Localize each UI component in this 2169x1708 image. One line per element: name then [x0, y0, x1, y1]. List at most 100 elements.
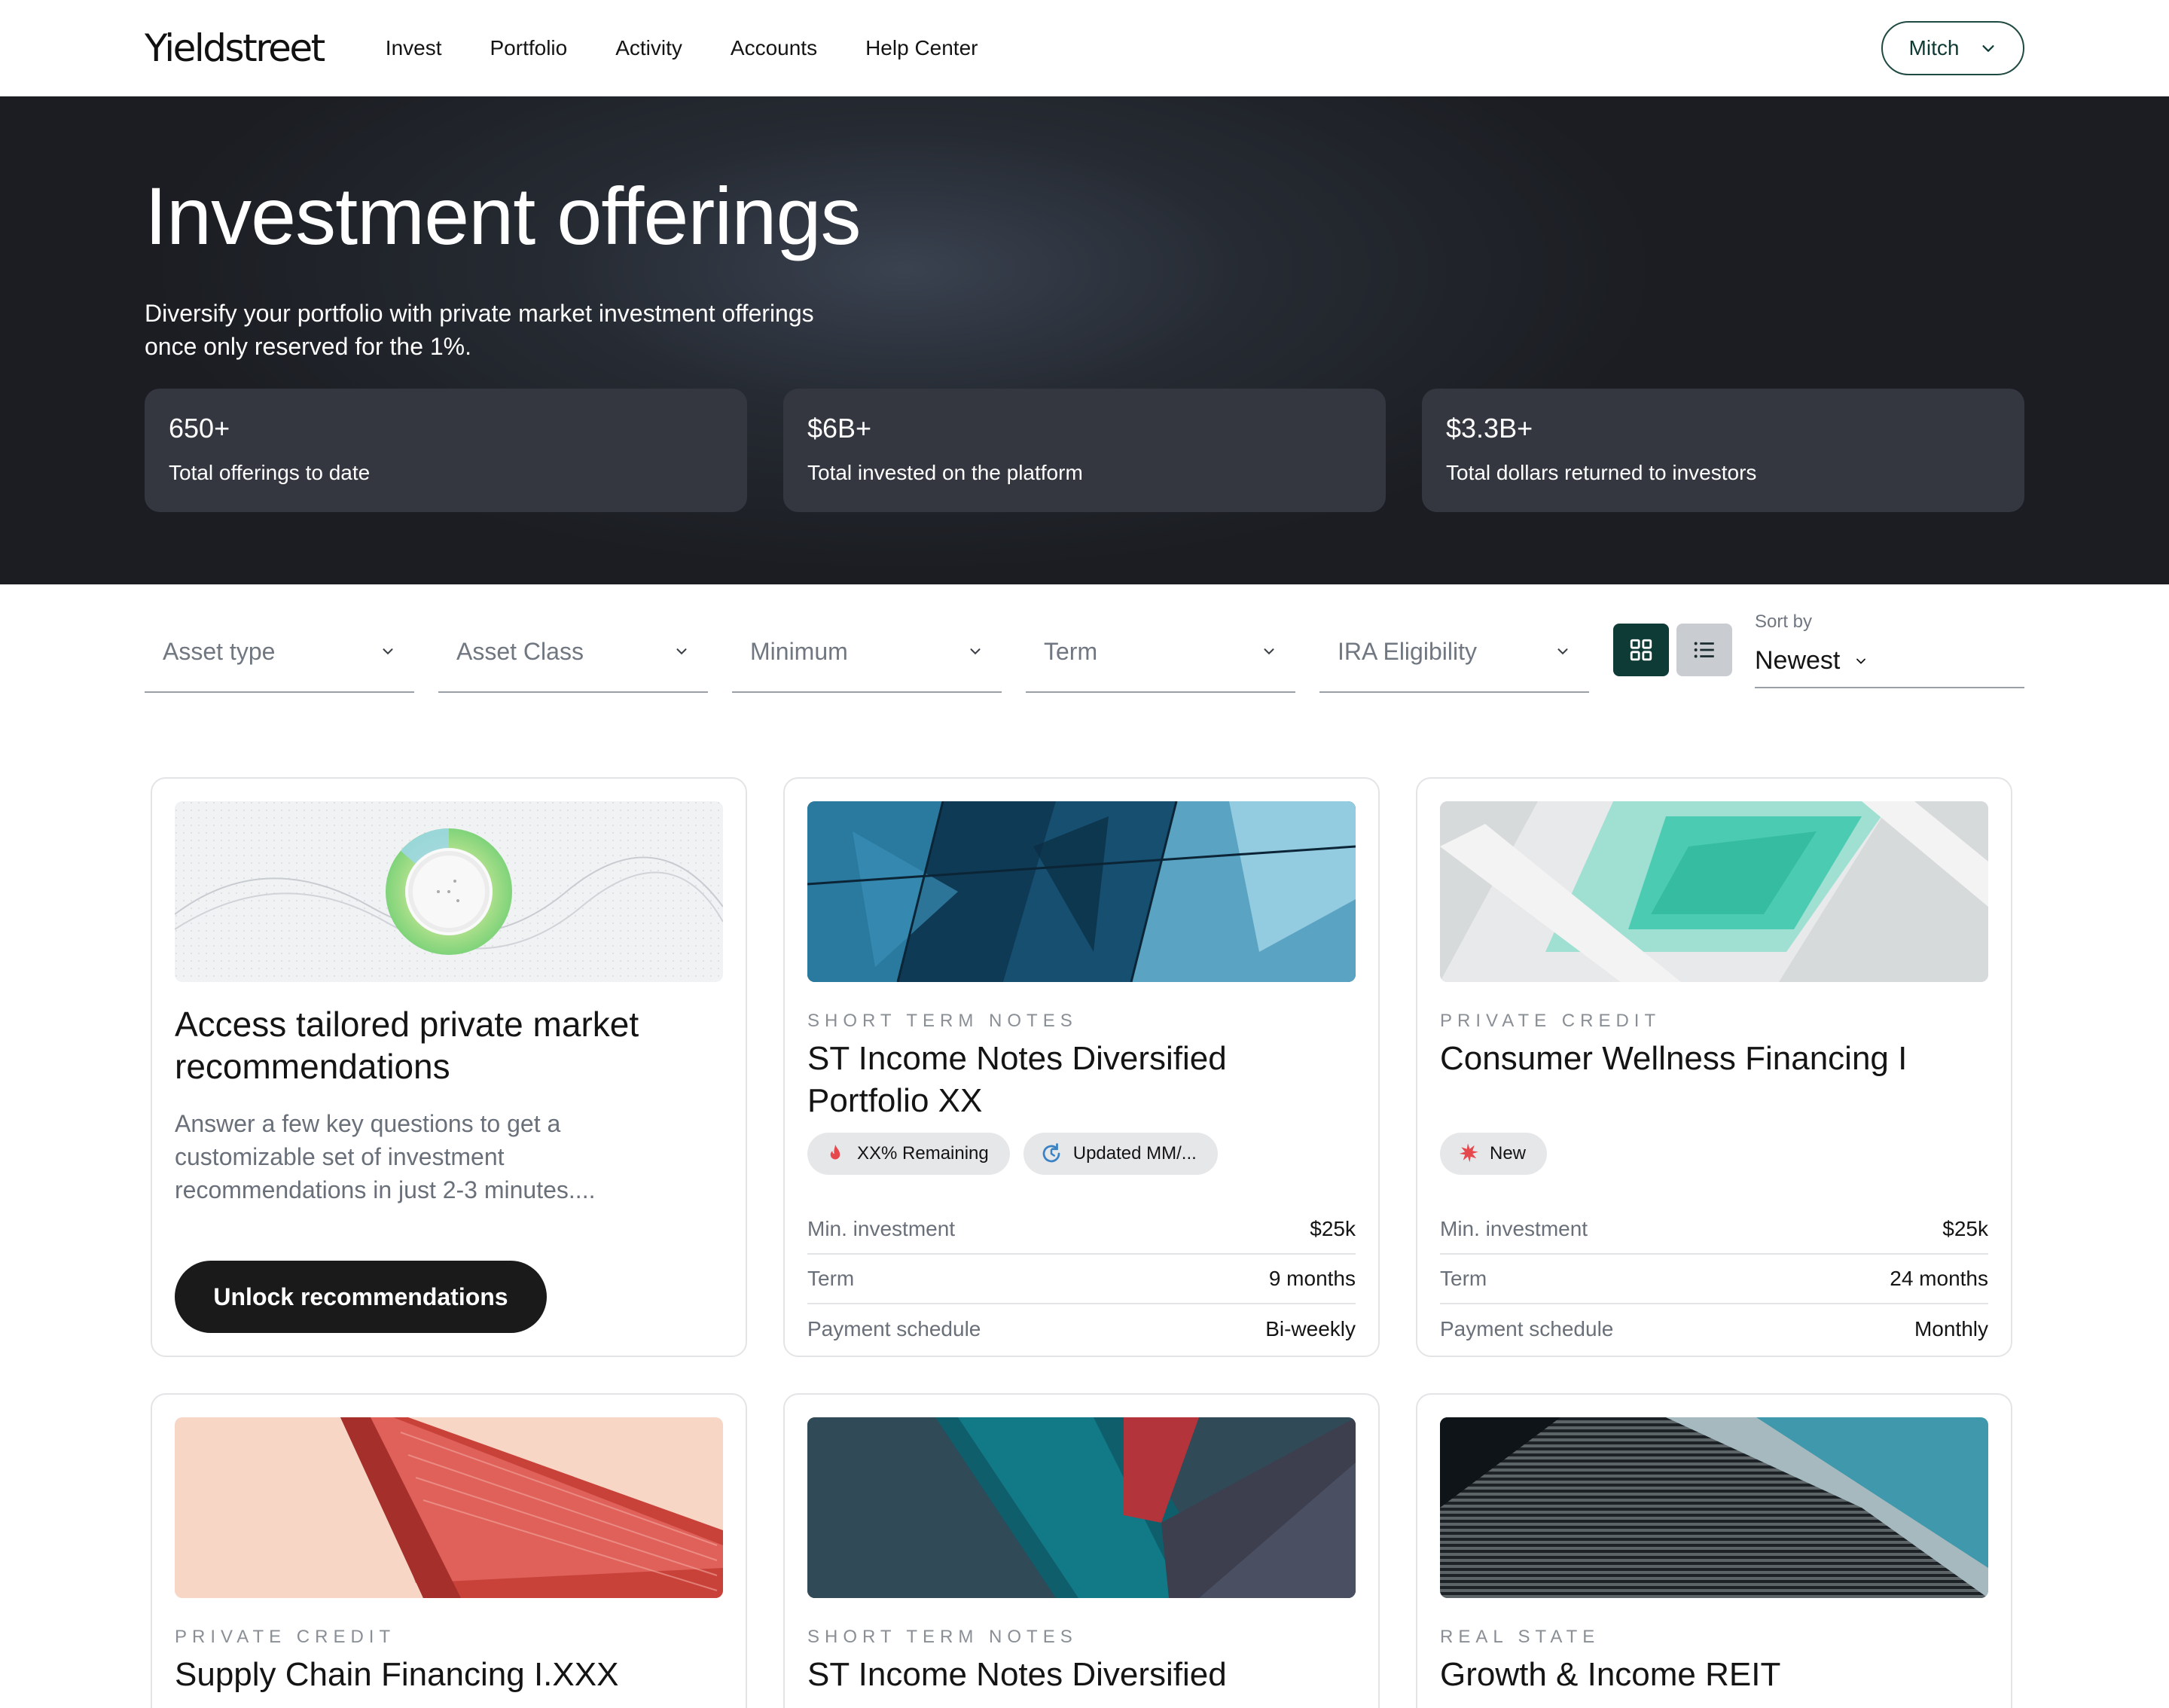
nav-link-accounts[interactable]: Accounts — [731, 36, 817, 60]
chip-label: XX% Remaining — [857, 1143, 989, 1164]
new-badge: New — [1440, 1133, 1548, 1175]
hero-subtitle: Diversify your portfolio with private ma… — [145, 300, 814, 360]
recommendations-card: Access tailored private market recommend… — [151, 777, 747, 1357]
offering-title: Growth & Income REIT — [1440, 1656, 1781, 1693]
stat-label: Total offerings to date — [169, 461, 371, 484]
recommendations-body: Answer a few key questions to get a cust… — [175, 1110, 596, 1203]
starburst-icon — [1459, 1143, 1478, 1163]
hero-section: Investment offerings Diversify your port… — [0, 96, 2169, 584]
unlock-recommendations-button[interactable]: Unlock recommendations — [175, 1261, 547, 1333]
sort-dropdown[interactable]: Sort by Newest — [1755, 612, 2024, 688]
detail-label: Payment schedule — [1440, 1317, 1614, 1340]
list-icon — [1694, 642, 1714, 658]
glass-building-image — [807, 801, 1356, 982]
filter-label: Asset Class — [456, 637, 584, 665]
filter-asset-type[interactable]: Asset type — [145, 612, 414, 693]
page-title: Investment offerings — [145, 170, 862, 261]
offering-card[interactable]: PRIVATE CREDIT Supply Chain Financing I.… — [151, 1393, 747, 1708]
offering-category: SHORT TERM NOTES — [807, 1627, 1078, 1647]
offering-title: ST Income Notes Diversified — [807, 1656, 1227, 1693]
recommendations-title: Access tailored private market recommend… — [175, 1005, 639, 1086]
sort-selected: Newest — [1755, 646, 1841, 675]
filter-asset-class[interactable]: Asset Class — [438, 612, 708, 693]
chevron-down-icon — [1264, 648, 1274, 655]
offering-category: SHORT TERM NOTES — [807, 1011, 1078, 1031]
offering-image — [175, 1417, 723, 1598]
detail-value: $25k — [1310, 1217, 1356, 1240]
yieldstreet-logo[interactable]: Yieldstreet — [145, 26, 325, 70]
chevron-down-icon — [383, 648, 393, 655]
offering-title: Supply Chain Financing I.XXX — [175, 1656, 619, 1693]
offering-image — [807, 1417, 1356, 1598]
user-menu-button[interactable]: Mitch — [1881, 21, 2024, 75]
nav-link-help-center[interactable]: Help Center — [865, 36, 978, 60]
sort-caption: Sort by — [1755, 612, 1813, 632]
grid-icon — [1630, 639, 1652, 661]
filter-label: Minimum — [750, 637, 848, 665]
detail-value: $25k — [1942, 1217, 1988, 1240]
offering-category: PRIVATE CREDIT — [1440, 1011, 1661, 1031]
chevron-down-icon — [1982, 45, 1995, 52]
offering-card[interactable]: SHORT TERM NOTES ST Income Notes Diversi… — [783, 1393, 1380, 1708]
detail-label: Payment schedule — [807, 1317, 981, 1340]
offering-image — [807, 801, 1356, 982]
filter-term[interactable]: Term — [1026, 612, 1295, 693]
stats-row: 650+ Total offerings to date $6B+ Total … — [145, 389, 2024, 512]
filter-bar: Asset type Asset Class Minimum Term IRA … — [145, 612, 2024, 694]
offering-card[interactable]: REAL STATE Growth & Income REIT — [1416, 1393, 2012, 1708]
updated-badge: Updated MM/... — [1023, 1133, 1218, 1175]
detail-value: Monthly — [1914, 1317, 1988, 1340]
stat-card-invested: $6B+ Total invested on the platform — [783, 389, 1386, 512]
stat-label: Total dollars returned to investors — [1446, 461, 1757, 484]
detail-label: Term — [807, 1267, 855, 1290]
list-view-button[interactable] — [1676, 624, 1732, 676]
grid-view-button[interactable] — [1613, 624, 1669, 676]
stat-value: 650+ — [169, 413, 230, 444]
filter-minimum[interactable]: Minimum — [732, 612, 1002, 693]
detail-value: Bi-weekly — [1265, 1317, 1356, 1340]
skyscraper-image — [1440, 1417, 1988, 1598]
offering-category: PRIVATE CREDIT — [175, 1627, 396, 1647]
red-ribbon-image — [175, 1417, 723, 1598]
filter-ira-eligibility[interactable]: IRA Eligibility — [1319, 612, 1589, 693]
chevron-down-icon — [970, 648, 981, 655]
detail-label: Min. investment — [1440, 1217, 1588, 1240]
detail-value: 24 months — [1890, 1267, 1988, 1290]
flame-icon — [830, 1144, 840, 1160]
nav-link-portfolio[interactable]: Portfolio — [490, 36, 568, 60]
offering-image — [1440, 1417, 1988, 1598]
stat-label: Total invested on the platform — [807, 461, 1083, 484]
detail-row-payment-schedule: Payment schedule Monthly — [1440, 1304, 1988, 1354]
nav-link-invest[interactable]: Invest — [386, 36, 442, 60]
filter-label: IRA Eligibility — [1338, 637, 1477, 665]
offering-title: Consumer Wellness Financing I — [1440, 1040, 1908, 1077]
detail-row-min-investment: Min. investment $25k — [1440, 1205, 1988, 1255]
nav-links: Invest Portfolio Activity Accounts Help … — [386, 36, 1027, 60]
offering-category: REAL STATE — [1440, 1627, 1600, 1647]
offering-title: ST Income Notes Diversified Portfolio XX — [807, 1040, 1227, 1119]
chevron-down-icon — [676, 648, 687, 655]
refresh-icon — [1042, 1143, 1060, 1163]
offering-card[interactable]: PRIVATE CREDIT Consumer Wellness Financi… — [1416, 777, 2012, 1357]
offering-badges: XX% Remaining Updated MM/... — [807, 1133, 1218, 1175]
offering-card[interactable]: SHORT TERM NOTES ST Income Notes Diversi… — [783, 777, 1380, 1357]
detail-row-term: Term 24 months — [1440, 1255, 1988, 1304]
top-navigation: Yieldstreet Invest Portfolio Activity Ac… — [0, 0, 2169, 96]
remaining-badge: XX% Remaining — [807, 1133, 1010, 1175]
stat-value: $3.3B+ — [1446, 413, 1533, 444]
stat-value: $6B+ — [807, 413, 872, 444]
chevron-down-icon — [1856, 658, 1866, 664]
chip-label: New — [1490, 1143, 1527, 1164]
detail-label: Min. investment — [807, 1217, 956, 1240]
teal-abstract-image — [807, 1417, 1356, 1598]
detail-row-term: Term 9 months — [807, 1255, 1356, 1304]
offering-image — [1440, 801, 1988, 982]
detail-row-min-investment: Min. investment $25k — [807, 1205, 1356, 1255]
teal-pool-image — [1440, 801, 1988, 982]
nav-link-activity[interactable]: Activity — [615, 36, 682, 60]
stat-card-returned: $3.3B+ Total dollars returned to investo… — [1422, 389, 2024, 512]
detail-row-payment-schedule: Payment schedule Bi-weekly — [807, 1304, 1356, 1354]
detail-value: 9 months — [1268, 1267, 1356, 1290]
recommendations-illustration — [175, 801, 723, 982]
donut-illustration — [175, 801, 723, 982]
